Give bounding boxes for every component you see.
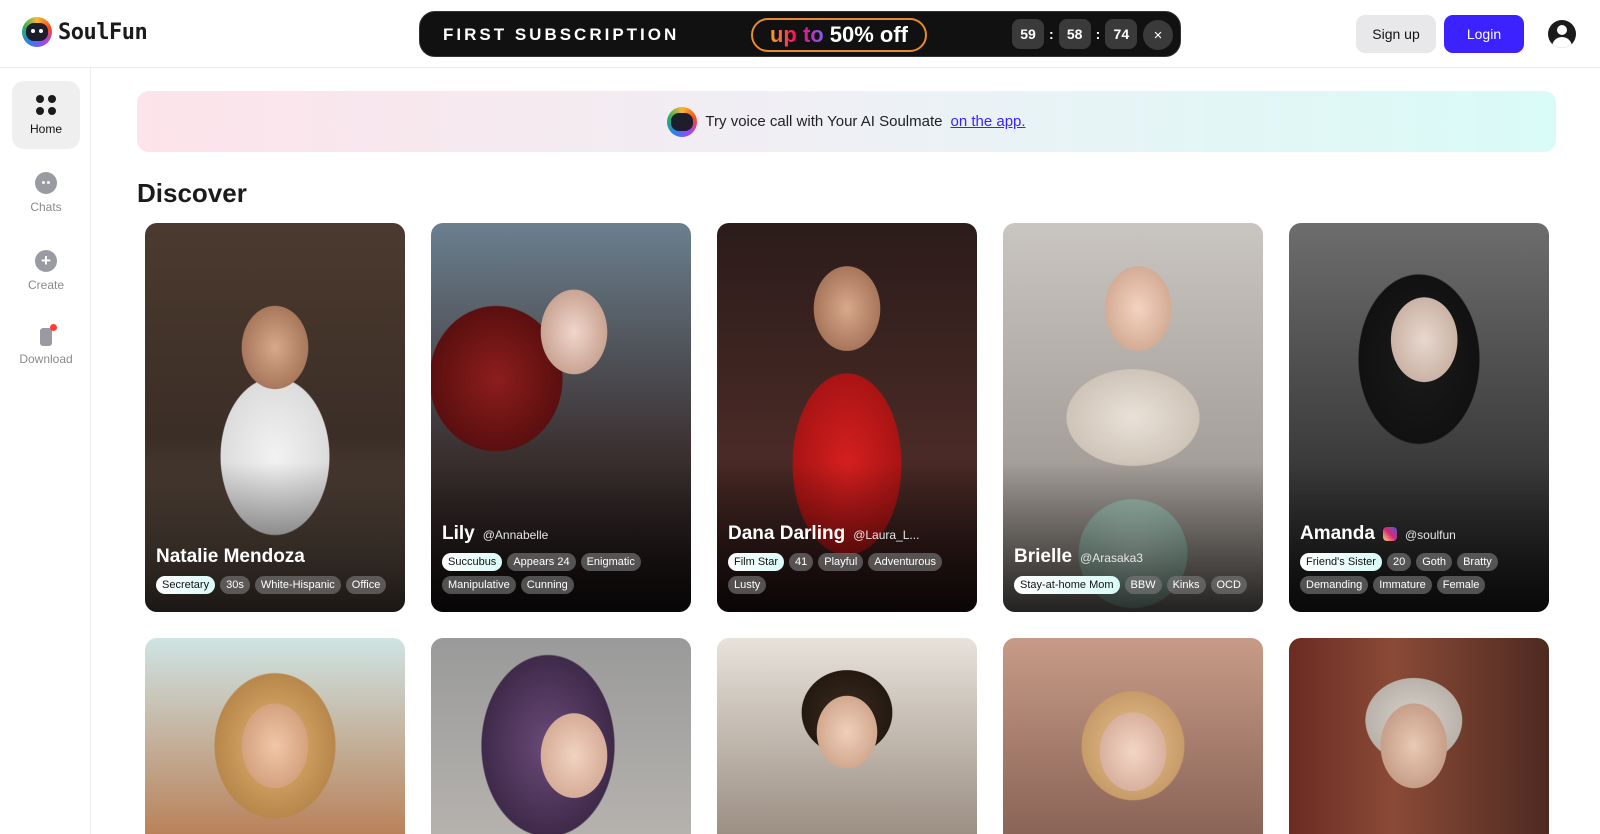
tag: 20: [1386, 553, 1412, 571]
tag: Film Star: [728, 553, 784, 571]
sidebar-item-label: Create: [27, 278, 65, 292]
tag: Female: [1436, 576, 1486, 594]
tag-list: Stay-at-home Mom BBW Kinks OCD: [1014, 576, 1255, 594]
tag: Secretary: [156, 576, 216, 594]
character-card[interactable]: Lily @Annabelle Succubus Appears 24 Enig…: [431, 223, 691, 612]
app-link[interactable]: on the app.: [950, 113, 1025, 130]
tag: Kinks: [1166, 576, 1206, 594]
character-card[interactable]: [717, 638, 977, 834]
tag: Friend's Sister: [1300, 553, 1382, 571]
logo-icon: [22, 17, 52, 47]
character-card[interactable]: [1003, 638, 1263, 834]
sidebar: Home Chats + Create Download: [0, 68, 91, 834]
account-icon[interactable]: [1548, 20, 1576, 48]
sidebar-item-create[interactable]: + Create: [12, 237, 80, 305]
tag: Succubus: [442, 553, 503, 571]
sidebar-item-chats[interactable]: Chats: [12, 159, 80, 227]
tag: 30s: [220, 576, 250, 594]
tag: Bratty: [1457, 553, 1498, 571]
login-button[interactable]: Login: [1444, 15, 1524, 53]
tag: Appears 24: [507, 553, 576, 571]
character-name: Lily: [442, 523, 475, 544]
character-card[interactable]: Amanda @soulfun Friend's Sister 20 Goth …: [1289, 223, 1549, 612]
tag: Cunning: [520, 576, 574, 594]
tag: OCD: [1210, 576, 1247, 594]
sidebar-item-label: Home: [29, 122, 62, 136]
character-card[interactable]: Natalie Mendoza Secretary 30s White-Hisp…: [145, 223, 405, 612]
creator-handle[interactable]: @Annabelle: [483, 528, 549, 542]
discount-upto: up to: [769, 22, 824, 47]
tag-list: Succubus Appears 24 Enigmatic Manipulati…: [442, 553, 683, 594]
tag: Stay-at-home Mom: [1014, 576, 1120, 594]
creator-handle[interactable]: @Arasaka3: [1080, 551, 1143, 565]
character-card[interactable]: Brielle @Arasaka3 Stay-at-home Mom BBW K…: [1003, 223, 1263, 612]
sidebar-item-label: Chats: [30, 200, 62, 214]
signup-button[interactable]: Sign up: [1356, 15, 1436, 53]
tag: Adventurous: [868, 553, 943, 571]
character-card[interactable]: [145, 638, 405, 834]
tag: Immature: [1373, 576, 1432, 594]
character-card[interactable]: Dana Darling @Laura_L... Film Star 41 Pl…: [717, 223, 977, 612]
close-icon[interactable]: ×: [1143, 20, 1173, 50]
chat-icon: [35, 172, 57, 194]
character-photo: [145, 638, 405, 834]
top-bar: SoulFun FIRST SUBSCRIPTION up to 50% off…: [0, 0, 1600, 68]
timer-separator: :: [1049, 26, 1054, 42]
promo-title: FIRST SUBSCRIPTION: [443, 25, 680, 44]
app-logo[interactable]: SoulFun: [22, 17, 148, 47]
app-name: SoulFun: [58, 19, 148, 45]
creator-handle[interactable]: @soulfun: [1405, 528, 1456, 542]
tag-list: Friend's Sister 20 Goth Bratty Demanding…: [1300, 553, 1541, 594]
character-card[interactable]: [431, 638, 691, 834]
character-photo: [1289, 638, 1549, 834]
countdown-timer: 59 : 58 : 74: [1012, 19, 1138, 49]
sidebar-item-home[interactable]: Home: [12, 81, 80, 149]
tag: Goth: [1416, 553, 1453, 571]
creator-handle[interactable]: @Laura_L...: [853, 528, 919, 542]
tag: Office: [345, 576, 387, 594]
timer-hours: 59: [1012, 19, 1044, 49]
phone-icon: [40, 324, 57, 346]
tag: Playful: [818, 553, 864, 571]
character-photo: [717, 638, 977, 834]
character-name: Dana Darling: [728, 523, 846, 544]
character-name: Brielle: [1014, 546, 1073, 567]
character-name: Amanda: [1300, 523, 1375, 544]
plus-circle-icon: +: [35, 250, 57, 272]
sidebar-item-label: Download: [19, 352, 73, 366]
tag-list: Film Star 41 Playful Adventurous Lusty: [728, 553, 969, 594]
timer-seconds: 74: [1105, 19, 1138, 49]
app-logo-icon: [667, 106, 698, 137]
promo-banner[interactable]: FIRST SUBSCRIPTION up to 50% off 59 : 58…: [419, 11, 1181, 57]
character-card[interactable]: [1289, 638, 1549, 834]
tag: Enigmatic: [580, 553, 641, 571]
tag: Demanding: [1300, 576, 1369, 594]
tag: White-Hispanic: [254, 576, 341, 594]
discount-badge: up to 50% off: [751, 18, 927, 52]
character-photo: [431, 638, 691, 834]
instagram-icon[interactable]: [1382, 527, 1397, 541]
notification-dot: [50, 324, 57, 331]
home-grid-icon: [35, 94, 57, 116]
tag: Manipulative: [442, 576, 516, 594]
tag: 41: [789, 553, 814, 571]
banner-text: Try voice call with Your AI Soulmate: [705, 113, 943, 130]
timer-minutes: 58: [1058, 19, 1091, 49]
tag-list: Secretary 30s White-Hispanic Office: [156, 576, 397, 594]
sidebar-item-download[interactable]: Download: [12, 313, 80, 381]
discount-value: 50% off: [829, 22, 908, 47]
character-photo: [1003, 638, 1263, 834]
tag: Lusty: [728, 576, 767, 594]
timer-separator: :: [1095, 26, 1101, 42]
character-name: Natalie Mendoza: [156, 546, 305, 567]
tag: BBW: [1124, 576, 1162, 594]
page-title: Discover: [137, 178, 247, 208]
voice-call-banner: Try voice call with Your AI Soulmate on …: [137, 91, 1556, 152]
